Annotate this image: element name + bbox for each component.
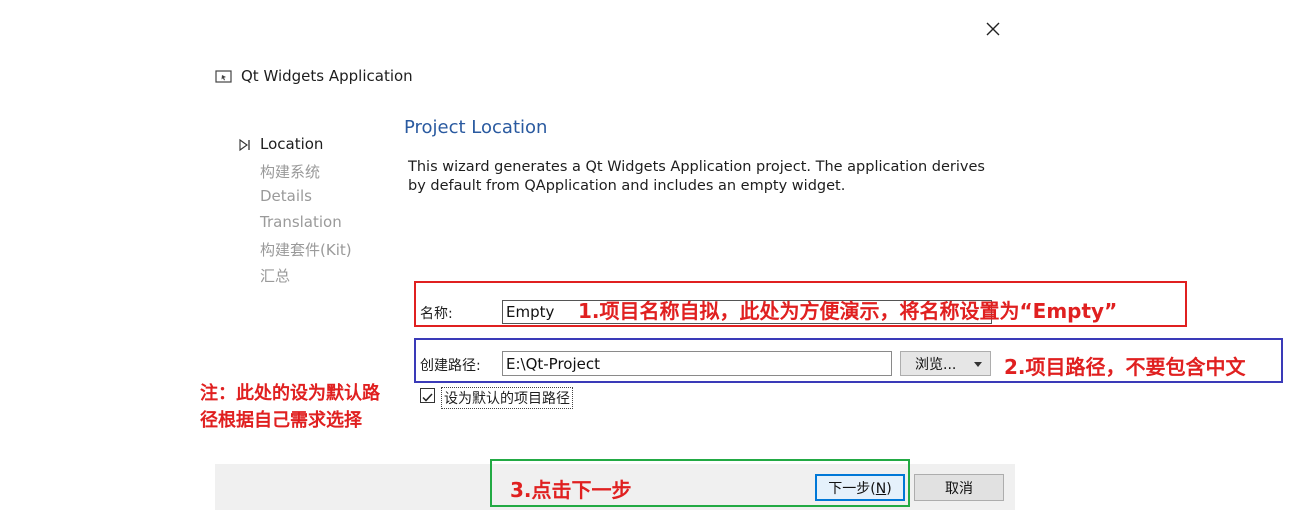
close-icon[interactable] bbox=[984, 20, 1002, 38]
description-line-2: by default from QApplication and include… bbox=[408, 178, 846, 194]
cancel-button[interactable]: 取消 bbox=[914, 474, 1004, 501]
annotation-note-2: 2.项目路径，不要包含中文 bbox=[1004, 355, 1246, 379]
annotation-note-1: 1.项目名称自拟，此处为方便演示，将名称设置为“Empty” bbox=[578, 299, 1118, 323]
qt-app-window-icon bbox=[215, 69, 233, 85]
cancel-button-label: 取消 bbox=[945, 480, 973, 497]
annotation-side-note: 注：此处的设为默认路 径根据自己需求选择 bbox=[200, 380, 380, 434]
current-step-arrow-icon bbox=[238, 137, 252, 152]
step-location: Location bbox=[260, 135, 324, 153]
page-description: This wizard generates a Qt Widgets Appli… bbox=[408, 158, 1008, 196]
default-path-checkbox[interactable] bbox=[420, 388, 435, 403]
checkmark-icon bbox=[422, 393, 433, 402]
side-note-line-1: 注：此处的设为默认路 bbox=[200, 383, 380, 404]
step-translation: Translation bbox=[260, 213, 342, 231]
page-title: Project Location bbox=[404, 117, 548, 138]
description-line-1: This wizard generates a Qt Widgets Appli… bbox=[408, 159, 985, 175]
step-summary: 汇总 bbox=[260, 267, 291, 285]
side-note-line-2: 径根据自己需求选择 bbox=[200, 410, 362, 431]
annotation-note-3: 3.点击下一步 bbox=[510, 478, 632, 502]
step-details: Details bbox=[260, 187, 313, 205]
step-build-system: 构建系统 bbox=[260, 163, 321, 181]
window-title: Qt Widgets Application bbox=[241, 67, 413, 85]
default-path-checkbox-label[interactable]: 设为默认的项目路径 bbox=[441, 387, 573, 409]
step-kits: 构建套件(Kit) bbox=[260, 241, 352, 259]
